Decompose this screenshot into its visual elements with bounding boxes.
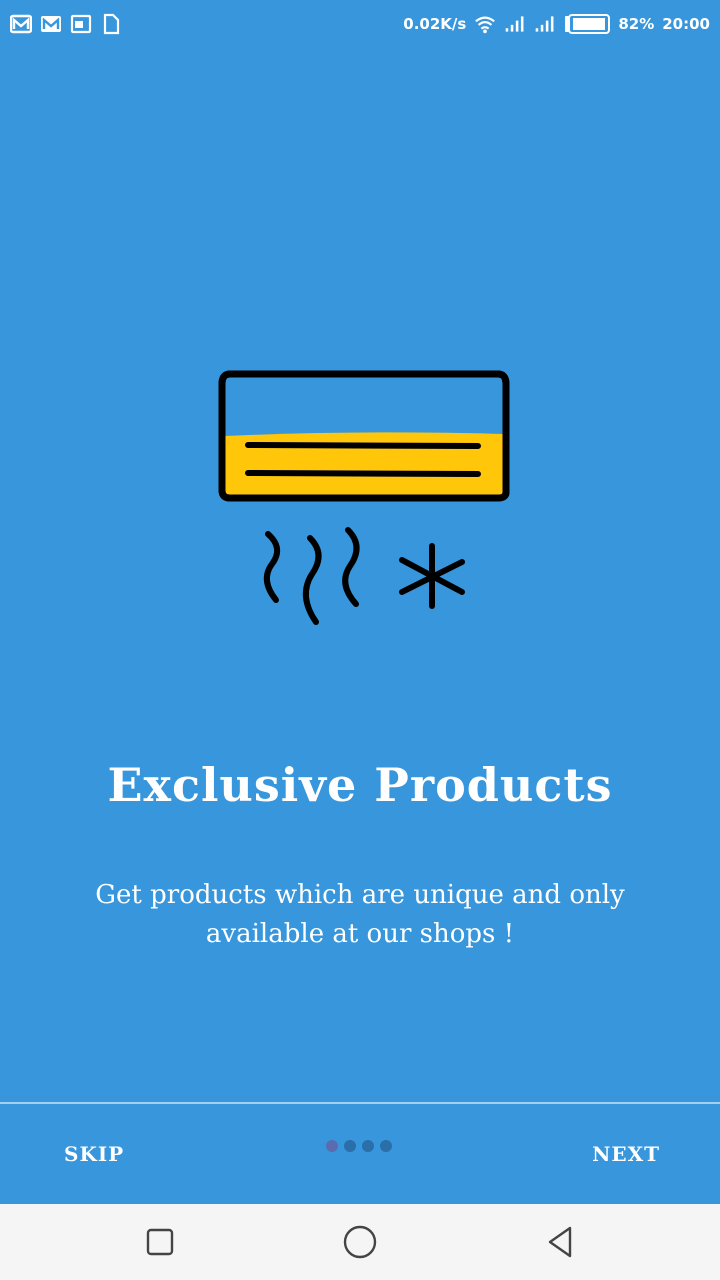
gmail-icon	[41, 16, 61, 32]
battery-icon	[565, 14, 611, 34]
page-dot-3	[362, 1140, 374, 1152]
page-indicator	[326, 1140, 392, 1152]
air-conditioner-icon	[218, 370, 510, 625]
slide-subtitle: Get products which are unique and only a…	[95, 880, 625, 949]
net-speed: 0.02K/s	[403, 15, 467, 33]
system-nav-bar	[0, 1204, 720, 1280]
slide-title: Exclusive Products	[107, 758, 613, 812]
circle-icon	[343, 1225, 377, 1259]
mail-icon	[10, 14, 32, 34]
status-left-icons	[10, 13, 122, 35]
status-right: 0.02K/s 82% 20:00	[403, 13, 710, 35]
battery-percent: 82%	[618, 15, 655, 33]
clock: 20:00	[662, 15, 710, 33]
skip-button[interactable]: SKIP	[64, 1142, 124, 1166]
page-dot-2	[344, 1140, 356, 1152]
file-icon	[103, 13, 120, 35]
back-button[interactable]	[540, 1222, 580, 1262]
signal-icon-2	[536, 16, 554, 32]
status-bar: 0.02K/s 82% 20:00	[0, 0, 720, 48]
home-button[interactable]	[340, 1222, 380, 1262]
signal-icon	[506, 16, 524, 32]
back-triangle-icon	[548, 1226, 572, 1258]
cast-icon	[70, 14, 92, 34]
onboarding-controls: SKIP NEXT	[0, 1104, 720, 1204]
recents-button[interactable]	[140, 1222, 180, 1262]
next-button[interactable]: NEXT	[592, 1142, 660, 1166]
square-icon	[146, 1228, 174, 1256]
wifi-icon	[475, 16, 496, 34]
page-dot-4	[380, 1140, 392, 1152]
page-dot-1	[326, 1140, 338, 1152]
